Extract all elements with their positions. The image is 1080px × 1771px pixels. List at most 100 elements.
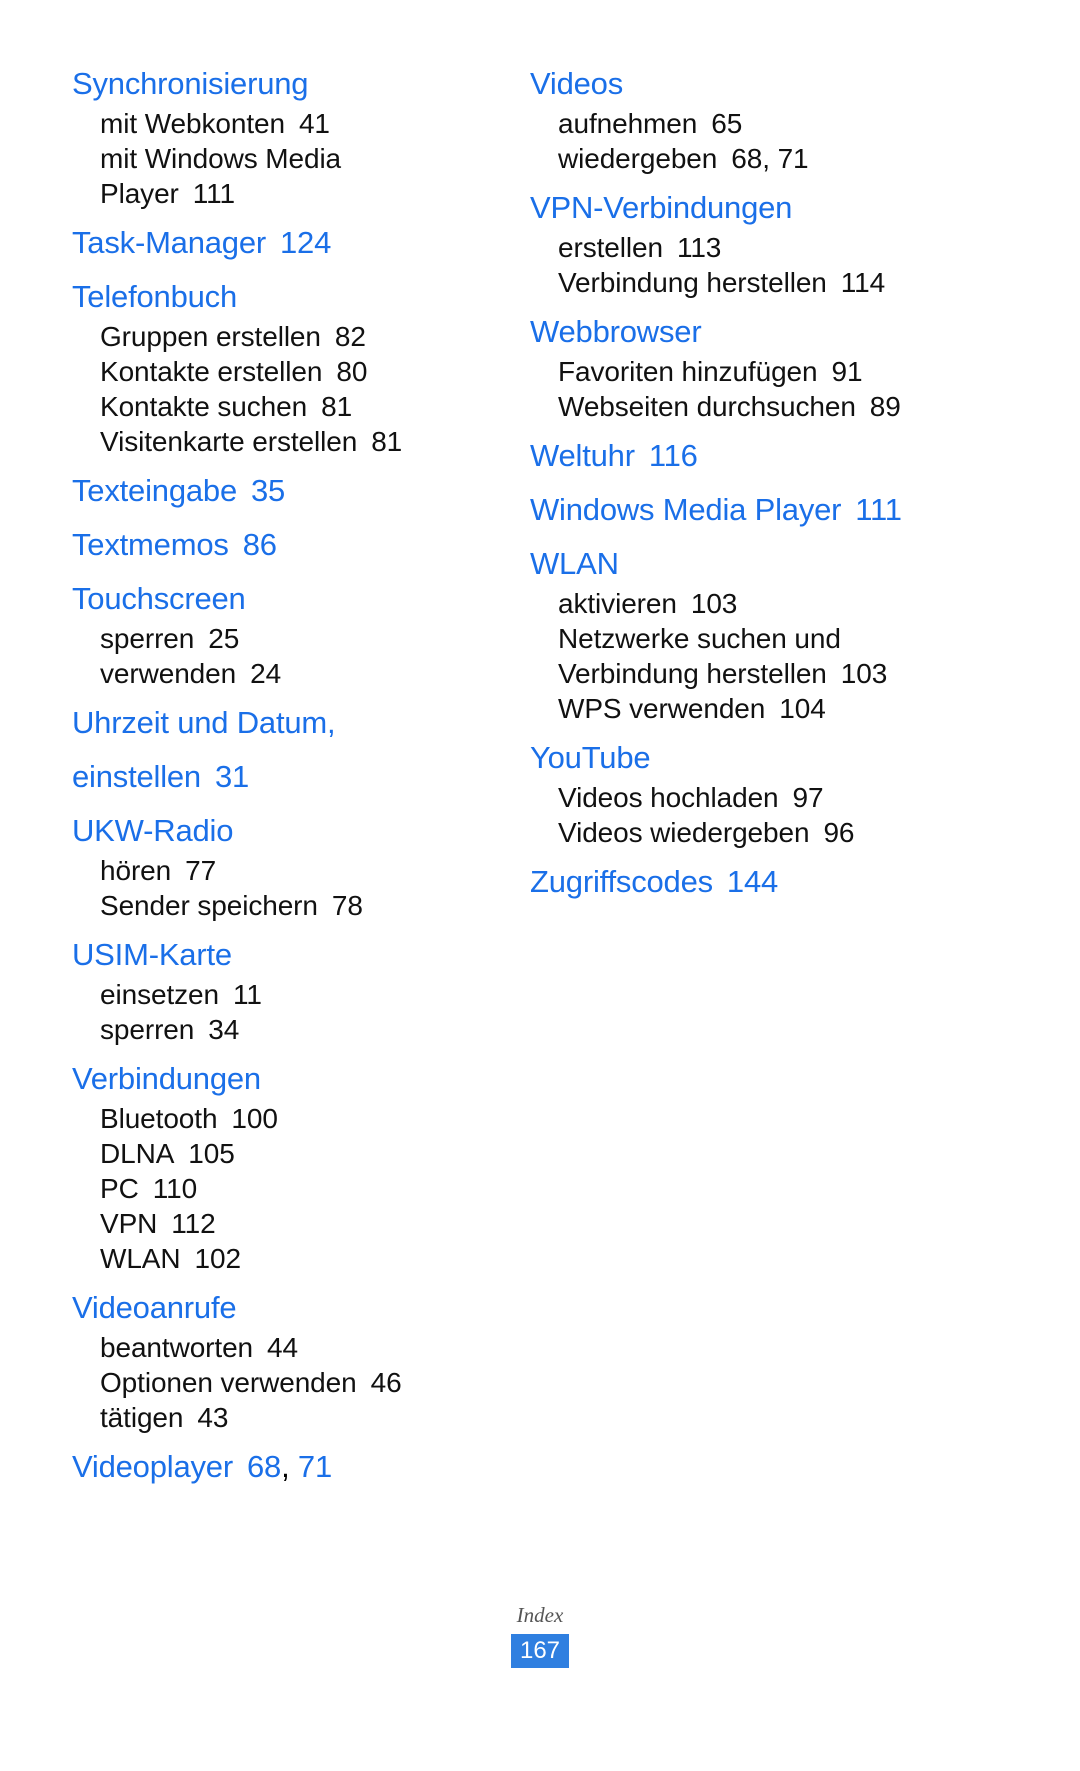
page-number: 81 [371,426,403,457]
index-subentry-label: DLNA [100,1138,175,1169]
page-number: 31 [214,759,250,794]
index-heading[interactable]: USIM-Karte [72,933,500,977]
index-heading[interactable]: Uhrzeit und Datum, [72,701,500,745]
index-subentry-label: Optionen verwenden [100,1367,357,1398]
page-number: 78 [331,890,363,921]
page-list-separator: , [762,143,770,174]
index-heading[interactable]: Videos [530,62,1080,106]
index-subentry[interactable]: Netzwerke suchen und [530,621,1080,656]
index-subentry[interactable]: VPN 112 [72,1206,500,1241]
index-heading-label: USIM-Karte [72,937,232,972]
page-number: 71 [297,1449,332,1484]
index-heading[interactable]: Touchscreen [72,577,500,621]
index-subentry-label: Webseiten durchsuchen [558,391,856,422]
index-subentry[interactable]: Verbindung herstellen 103 [530,656,1080,691]
index-heading-pages: 111 [841,492,902,527]
index-subentry[interactable]: Gruppen erstellen 82 [72,319,500,354]
index-subentry-label: Visitenkarte erstellen [100,426,358,457]
index-heading-label: Zugriffscodes [530,864,713,899]
index-group: UKW-Radio hören 77 Sender speichern 78 [72,809,500,923]
index-subentry[interactable]: wiedergeben 68, 71 [530,141,1080,176]
index-group: Texteingabe 35 [72,469,500,513]
page-number: 81 [321,391,353,422]
index-heading[interactable]: Textmemos 86 [72,523,500,567]
index-subentry[interactable]: aufnehmen 65 [530,106,1080,141]
index-subentry[interactable]: verwenden 24 [72,656,500,691]
index-heading-label: UKW-Radio [72,813,234,848]
index-subentry-pages: 78 [318,890,363,921]
index-subentry-label: sperren [100,623,195,654]
index-subentry[interactable]: Visitenkarte erstellen 81 [72,424,500,459]
index-subentry[interactable]: Favoriten hinzufügen 91 [530,354,1080,389]
page-number-badge: 167 [511,1634,569,1668]
index-heading-label: VPN-Verbindungen [530,190,793,225]
index-subentry[interactable]: Videos wiedergeben 96 [530,815,1080,850]
index-subentry[interactable]: WPS verwenden 104 [530,691,1080,726]
index-heading[interactable]: Videoplayer 68, 71 [72,1445,500,1489]
index-heading-pages: 35 [237,473,285,508]
index-subentry[interactable]: Webseiten durchsuchen 89 [530,389,1080,424]
index-subentry[interactable]: einsetzen 11 [72,977,500,1012]
page-number: 80 [336,356,368,387]
index-subentry-pages: 25 [194,623,239,654]
index-heading[interactable]: Zugriffscodes 144 [530,860,1080,904]
index-subentry[interactable]: Optionen verwenden 46 [72,1365,500,1400]
index-heading[interactable]: UKW-Radio [72,809,500,853]
page-number: 35 [251,473,286,508]
index-subentry-pages: 82 [321,321,366,352]
index-heading[interactable]: Webbrowser [530,310,1080,354]
index-subentry-label: Sender speichern [100,890,318,921]
index-subentry[interactable]: sperren 25 [72,621,500,656]
index-heading[interactable]: Task-Manager 124 [72,221,500,265]
index-subentry-pages: 114 [827,267,885,298]
index-heading-label: Uhrzeit und Datum, [72,705,336,740]
index-heading[interactable]: Videoanrufe [72,1286,500,1330]
index-subentry[interactable]: beantworten 44 [72,1330,500,1365]
index-heading-continuation[interactable]: einstellen 31 [72,755,500,799]
index-subentry-label: wiedergeben [558,143,718,174]
index-subentry[interactable]: sperren 34 [72,1012,500,1047]
index-subentry[interactable]: Verbindung herstellen 114 [530,265,1080,300]
index-subentry-pages: 91 [818,356,863,387]
index-subentry[interactable]: Sender speichern 78 [72,888,500,923]
index-subentry[interactable]: Videos hochladen 97 [530,780,1080,815]
index-subentry[interactable]: Kontakte erstellen 80 [72,354,500,389]
index-group: WLAN aktivieren 103 Netzwerke suchen und Ver… [530,542,1080,726]
index-subentry[interactable]: DLNA 105 [72,1136,500,1171]
index-subentry-pages: 102 [181,1243,242,1274]
index-heading[interactable]: Synchronisierung [72,62,500,106]
index-heading-pages: 86 [229,527,277,562]
index-subentry[interactable]: WLAN 102 [72,1241,500,1276]
index-group: Uhrzeit und Datum, einstellen 31 [72,701,500,799]
page-footer: Index 167 [0,1581,1080,1771]
index-heading[interactable]: Verbindungen [72,1057,500,1101]
page-number: 91 [831,356,863,387]
index-subentry[interactable]: Kontakte suchen 81 [72,389,500,424]
index-heading[interactable]: Windows Media Player 111 [530,488,1080,532]
index-subentry[interactable]: mit Windows Media [72,141,500,176]
index-subentry[interactable]: PC 110 [72,1171,500,1206]
index-heading[interactable]: WLAN [530,542,1080,586]
index-heading[interactable]: Weltuhr 116 [530,434,1080,478]
index-subentry[interactable]: Player 111 [72,176,500,211]
index-subentry[interactable]: hören 77 [72,853,500,888]
page-number: 111 [855,492,902,527]
index-subentry-pages: 24 [236,658,281,689]
index-heading[interactable]: Telefonbuch [72,275,500,319]
index-columns: Synchronisierung mit Webkonten 41 mit Windo… [0,0,1080,1484]
index-heading[interactable]: YouTube [530,736,1080,780]
index-subentry-label: aktivieren [558,588,677,619]
index-subentry-pages: 112 [157,1208,215,1239]
index-subentry-label: Bluetooth [100,1103,218,1134]
index-subentry[interactable]: mit Webkonten 41 [72,106,500,141]
index-subentry[interactable]: tätigen 43 [72,1400,500,1435]
index-subentry[interactable]: aktivieren 103 [530,586,1080,621]
page-number: 124 [280,225,332,260]
index-heading[interactable]: Texteingabe 35 [72,469,500,513]
index-subentry-pages: 77 [171,855,216,886]
index-column-right: Videos aufnehmen 65 wiedergeben 68, 71 VPN-Ve… [500,0,1080,906]
index-subentry[interactable]: Bluetooth 100 [72,1101,500,1136]
index-heading[interactable]: VPN-Verbindungen [530,186,1080,230]
page-number: 86 [242,527,277,562]
index-subentry[interactable]: erstellen 113 [530,230,1080,265]
